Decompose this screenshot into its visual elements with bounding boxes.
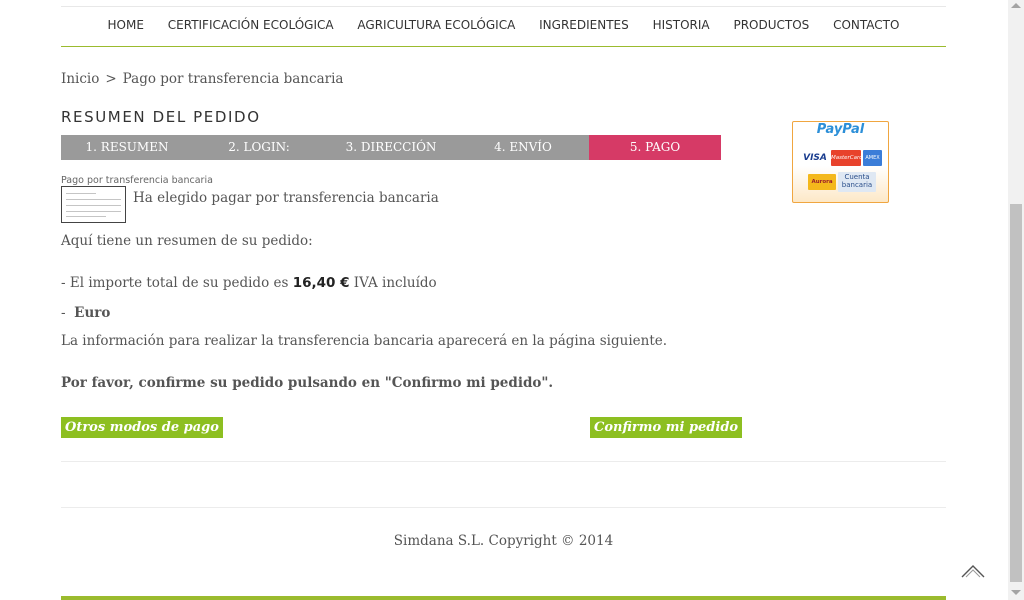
nav-contacto[interactable]: CONTACTO [833, 14, 899, 36]
mastercard-icon: MasterCard [831, 150, 863, 166]
nav-certificacion[interactable]: CERTIFICACIÓN ECOLÓGICA [168, 14, 334, 36]
step-pago: 5. PAGO [589, 135, 721, 160]
amex-icon: AMEX [863, 150, 882, 166]
page-title: RESUMEN DEL PEDIDO [61, 108, 261, 126]
payment-method-label: Pago por transferencia bancaria [61, 175, 213, 186]
confirm-prompt: Por favor, confirme su pedido pulsando e… [61, 375, 554, 391]
scroll-down-arrow-icon[interactable] [1011, 590, 1021, 595]
scroll-up-arrow-icon[interactable] [1011, 3, 1021, 8]
currency-value: Euro [74, 305, 111, 321]
breadcrumb-current: Pago por transferencia bancaria [122, 71, 344, 87]
summary-total: - El importe total de su pedido es 16,40… [61, 275, 437, 291]
bank-transfer-thumbnail [61, 186, 126, 223]
total-prefix: - El importe total de su pedido es [61, 275, 289, 291]
breadcrumb: Inicio > Pago por transferencia bancaria [61, 71, 343, 87]
nav-productos[interactable]: PRODUCTOS [733, 14, 809, 36]
copyright: Simdana S.L. Copyright © 2014 [393, 533, 614, 549]
confirm-order-button[interactable]: Confirmo mi pedido [590, 417, 743, 438]
bottom-bar [61, 596, 946, 600]
chevron-up-icon[interactable] [960, 562, 986, 580]
bank-account-icon: Cuenta bancaria [838, 172, 876, 192]
step-direccion[interactable]: 3. DIRECCIÓN [325, 135, 457, 160]
visa-icon: VISA [801, 150, 829, 166]
nav-ingredientes[interactable]: INGREDIENTES [539, 14, 629, 36]
checkout-steps: 1. RESUMEN 2. LOGIN: 3. DIRECCIÓN 4. ENV… [61, 135, 721, 160]
other-payment-methods-button[interactable]: Otros modos de pago [61, 417, 223, 438]
summary-currency: - Euro [61, 305, 110, 321]
step-resumen[interactable]: 1. RESUMEN [61, 135, 193, 160]
total-amount: 16,40 € [292, 275, 350, 291]
nav-home[interactable]: HOME [108, 14, 144, 36]
transfer-info: La información para realizar la transfer… [61, 333, 668, 349]
top-divider [61, 6, 946, 7]
nav-agricultura[interactable]: AGRICULTURA ECOLÓGICA [357, 14, 515, 36]
nav-historia[interactable]: HISTORIA [653, 14, 710, 36]
footer-divider [61, 507, 946, 508]
aurora-icon: Aurora [808, 174, 836, 190]
main-nav: HOME CERTIFICACIÓN ECOLÓGICA AGRICULTURA… [61, 14, 946, 36]
paypal-badge[interactable]: PayPal VISA MasterCard AMEX Aurora Cuent… [792, 121, 889, 203]
payment-chosen-text: Ha elegido pagar por transferencia banca… [133, 190, 439, 206]
step-login[interactable]: 2. LOGIN: [193, 135, 325, 160]
total-suffix: IVA incluído [353, 275, 437, 291]
paypal-logo: PayPal [816, 122, 865, 137]
summary-intro: Aquí tiene un resumen de su pedido: [61, 233, 313, 249]
content-divider [61, 461, 946, 462]
breadcrumb-home[interactable]: Inicio [61, 71, 99, 87]
currency-prefix: - [61, 305, 66, 321]
step-envio[interactable]: 4. ENVÍO [457, 135, 589, 160]
breadcrumb-separator: > [105, 71, 117, 87]
nav-divider [61, 46, 946, 47]
scrollbar-thumb[interactable] [1010, 204, 1022, 582]
